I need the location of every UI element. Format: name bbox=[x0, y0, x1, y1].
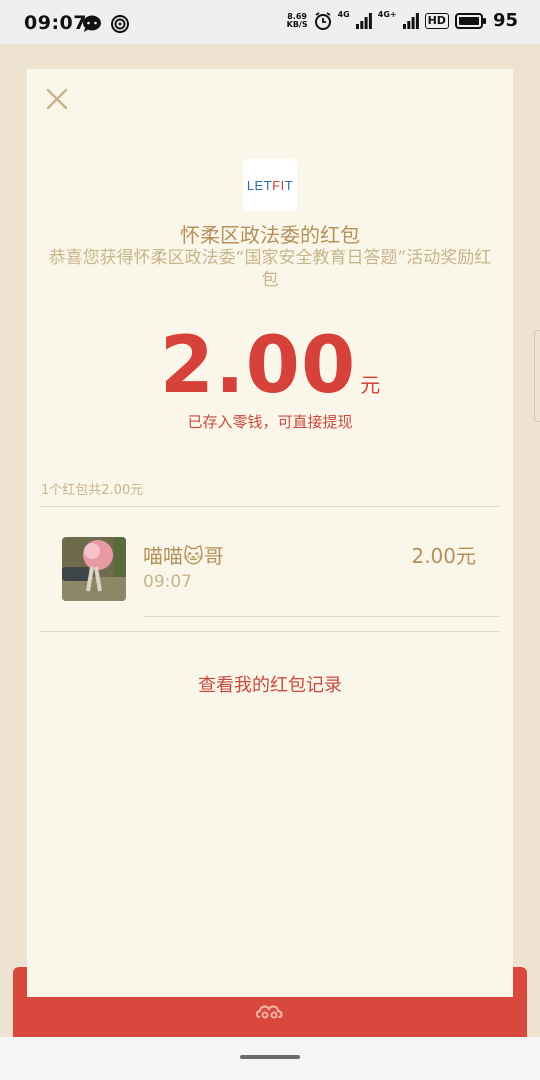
network-type-2: 4G+ bbox=[377, 10, 397, 19]
packet-title: 怀柔区政法委的红包 bbox=[180, 223, 360, 247]
hd-badge: HD bbox=[424, 12, 449, 29]
signal-icon bbox=[402, 12, 419, 29]
status-bar: 09:07 8.69 KB/S 4G 4G+ HD 95 bbox=[0, 0, 540, 44]
edge-handle[interactable] bbox=[534, 330, 540, 422]
battery-level: 95 bbox=[492, 10, 518, 31]
recipient-name: 喵喵🐱哥 bbox=[143, 544, 224, 568]
amount-value: 2.00 bbox=[159, 321, 357, 411]
deposited-note[interactable]: 已存入零钱，可直接提现 bbox=[27, 411, 513, 432]
recipient-time: 09:07 bbox=[143, 572, 192, 592]
avatar bbox=[62, 537, 126, 601]
divider bbox=[143, 616, 500, 617]
logo-text-part: FI bbox=[272, 177, 285, 193]
speed-unit: KB/S bbox=[286, 19, 308, 29]
chat-bubble-icon bbox=[83, 15, 101, 32]
logo-text-part: T bbox=[284, 177, 294, 193]
recipient-amount: 2.00元 bbox=[411, 544, 476, 568]
status-time: 09:07 bbox=[24, 12, 87, 34]
red-packet-detail-card: LET FI T 怀柔区政法委的红包 恭喜您获得怀柔区政法委“国家安全教育日答题”活… bbox=[27, 69, 513, 997]
logo-text-part: LET bbox=[246, 177, 273, 193]
network-type-1: 4G bbox=[337, 10, 350, 19]
network-speed: 8.69 KB/S bbox=[286, 12, 308, 29]
cloud-ornament-icon bbox=[256, 1005, 283, 1019]
hotspot-icon bbox=[111, 15, 129, 33]
system-nav-bar bbox=[0, 1037, 540, 1080]
amount-unit: 元 bbox=[360, 373, 381, 397]
divider bbox=[40, 631, 500, 632]
packet-count-summary: 1个红包共2.00元 bbox=[41, 483, 144, 498]
home-gesture-handle[interactable] bbox=[240, 1055, 300, 1059]
view-history-link[interactable]: 查看我的红包记录 bbox=[27, 671, 513, 697]
close-icon[interactable] bbox=[43, 85, 71, 113]
card-zigzag-edge bbox=[27, 986, 513, 996]
sender-logo: LET FI T bbox=[243, 159, 297, 211]
packet-subtitle: 恭喜您获得怀柔区政法委“国家安全教育日答题”活动奖励红包 bbox=[48, 248, 492, 290]
recipient-row[interactable]: 喵喵🐱哥 09:07 2.00元 bbox=[40, 507, 500, 617]
amount-display: 2.00 元 bbox=[27, 321, 513, 411]
signal-icon bbox=[355, 12, 372, 29]
alarm-icon bbox=[314, 11, 331, 30]
battery-icon bbox=[454, 12, 486, 29]
